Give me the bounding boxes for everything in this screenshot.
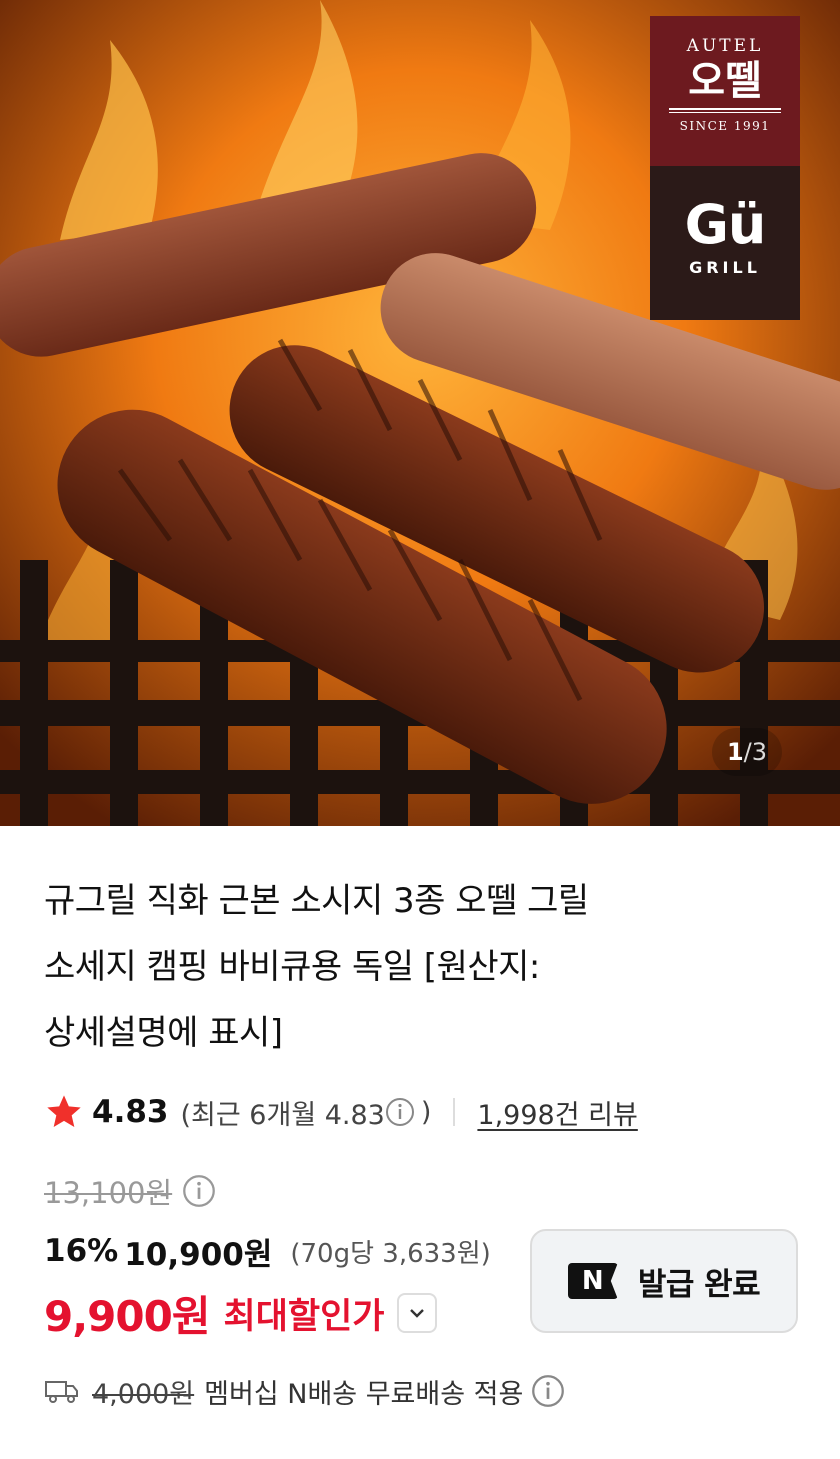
n-logo-icon: N — [567, 1263, 618, 1299]
discount-price-row: 16% 10,900원 (70g당 3,633원) — [44, 1228, 491, 1274]
page-separator: / — [743, 738, 752, 766]
recent-rating-close: ) — [420, 1096, 432, 1128]
review-count-link[interactable]: 1,998건 리뷰 — [477, 1093, 637, 1132]
product-title: 규그릴 직화 근본 소시지 3종 오뗄 그릴 소세지 캠핑 바비큐용 독일 [원… — [44, 868, 764, 1066]
brand-divider — [669, 108, 781, 113]
brand-korean-name: 오뗄 — [688, 58, 762, 104]
info-icon[interactable] — [385, 1097, 415, 1127]
page-total: 3 — [751, 738, 768, 766]
product-title-line: 규그릴 직화 근본 소시지 3종 오뗄 그릴 — [44, 881, 589, 921]
truck-icon — [45, 1381, 78, 1403]
brand-logo-badge: AUTEL 오뗄 SINCE 1991 Gü GRILL — [650, 16, 800, 320]
page-current: 1 — [726, 738, 744, 766]
gu-grill-logo: Gü GRILL — [650, 166, 800, 320]
discounted-price: 10,900원 — [124, 1236, 273, 1273]
recent-rating-text: (최근 6개월 4.83 — [180, 1099, 385, 1131]
coupon-issued-button[interactable]: N 발급 완료 — [530, 1229, 798, 1333]
brand-since: SINCE 1991 — [679, 119, 771, 133]
original-shipping-fee: 4,000원 — [92, 1378, 195, 1410]
shipping-benefit-text: 멤버십 N배송 무료배송 적용 — [204, 1378, 524, 1410]
original-price-row: 13,100원 — [44, 1168, 216, 1214]
price-detail-toggle[interactable] — [396, 1293, 437, 1333]
product-image-gallery[interactable]: AUTEL 오뗄 SINCE 1991 Gü GRILL 1/3 — [0, 0, 840, 826]
sub-brand-name: Gü — [684, 193, 767, 256]
autel-logo: AUTEL 오뗄 SINCE 1991 — [650, 16, 800, 166]
chevron-down-icon — [409, 1309, 424, 1318]
info-icon[interactable] — [531, 1374, 565, 1408]
star-icon — [47, 1095, 81, 1127]
coupon-label: 발급 완료 — [637, 1266, 761, 1303]
product-title-line: 상세설명에 표시] — [44, 1013, 283, 1053]
gallery-page-indicator: 1/3 — [712, 728, 782, 776]
original-price: 13,100원 — [44, 1176, 173, 1210]
recent-rating: (최근 6개월 4.83 ) — [181, 1093, 432, 1132]
shipping-row: 4,000원 멤버십 N배송 무료배송 적용 — [44, 1368, 565, 1414]
info-icon[interactable] — [182, 1174, 216, 1208]
sub-brand-tag: GRILL — [689, 258, 761, 277]
final-price-row: 9,900원 최대할인가 — [44, 1284, 437, 1342]
rating-score: 4.83 — [92, 1094, 169, 1130]
unit-price: (70g당 3,633원) — [290, 1238, 491, 1269]
divider — [453, 1098, 456, 1126]
discount-rate: 16% — [44, 1233, 119, 1269]
max-discount-label: 최대할인가 — [223, 1296, 385, 1337]
brand-english-name: AUTEL — [686, 36, 764, 56]
product-title-line: 소세지 캠핑 바비큐용 독일 [원산지: — [44, 947, 540, 987]
rating-row: 4.83 (최근 6개월 4.83 ) 1,998건 리뷰 — [44, 1088, 638, 1136]
final-price: 9,900원 — [44, 1291, 210, 1341]
